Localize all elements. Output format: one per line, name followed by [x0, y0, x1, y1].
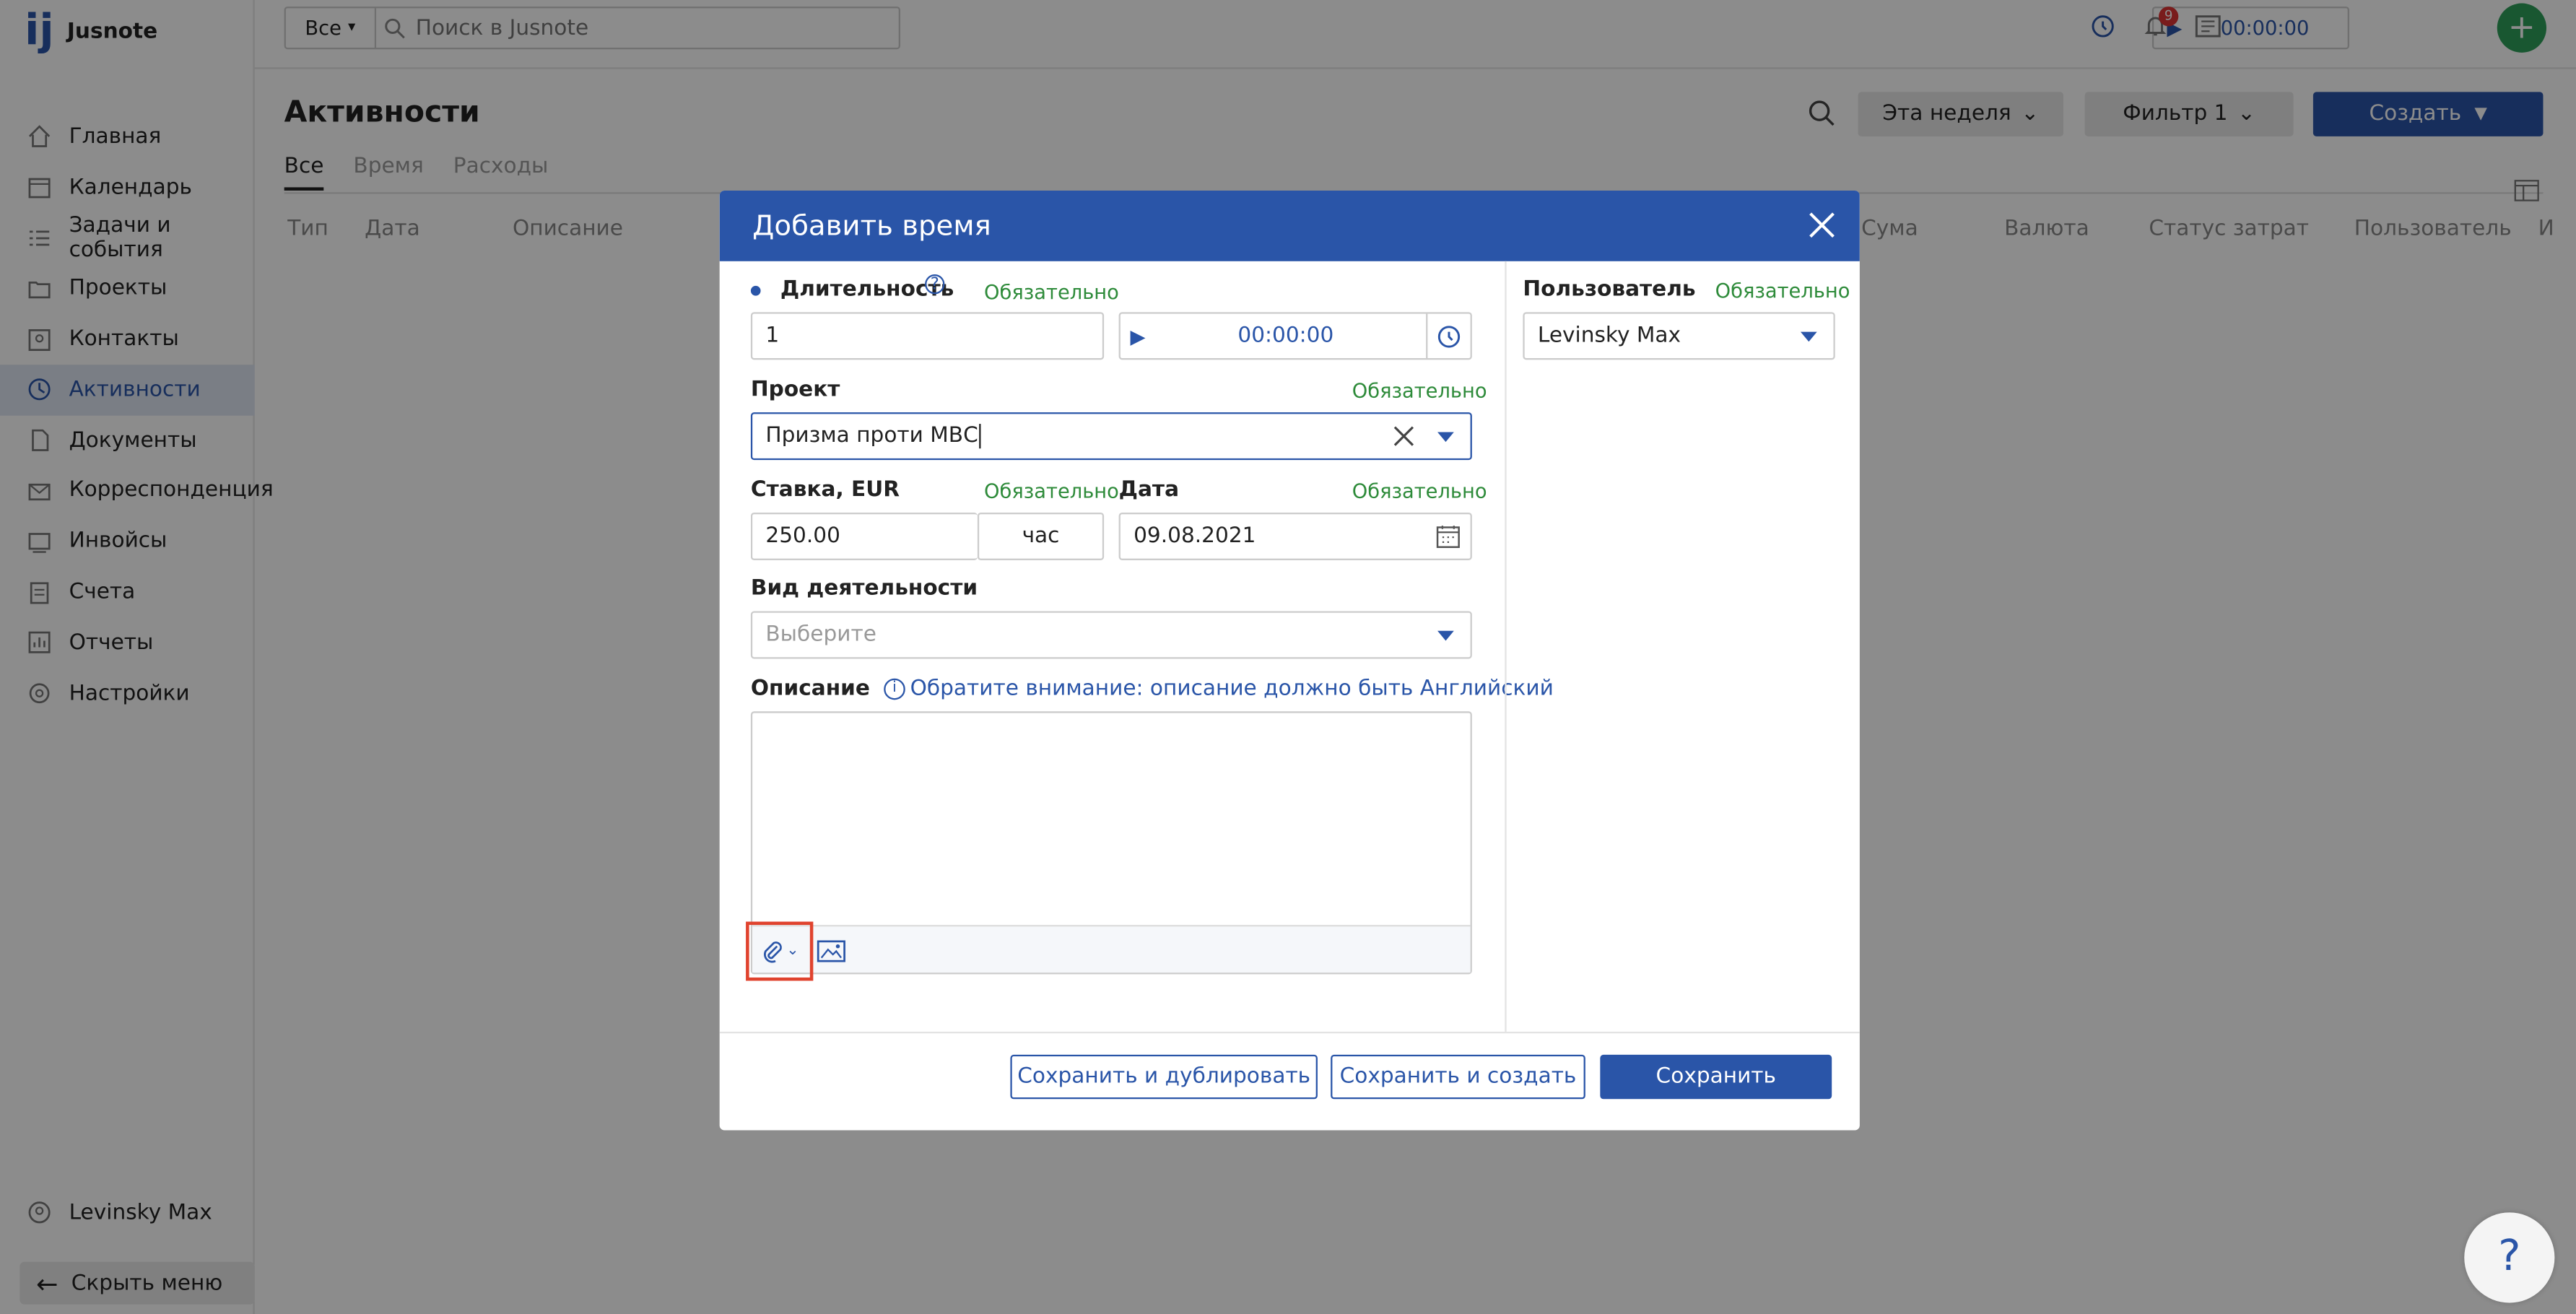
rate-required: Обязательно — [984, 479, 1119, 503]
user-label: Пользователь — [1523, 277, 1696, 303]
dropdown-caret-icon[interactable] — [1437, 432, 1454, 443]
description-note: Обратите внимание: описание должно быть … — [910, 676, 1554, 702]
rate-input[interactable]: 250.00 — [750, 512, 978, 560]
modal-column-divider — [1505, 261, 1507, 1032]
user-select[interactable]: Levinsky Max — [1523, 312, 1835, 360]
question-icon: ? — [2498, 1232, 2521, 1282]
save-button[interactable]: Сохранить — [1600, 1054, 1832, 1100]
app-root: ĳ Jusnote Главная Календарь Задачи и соб… — [0, 0, 2576, 1314]
attach-button[interactable]: ⌄ — [746, 921, 814, 981]
modal-footer-divider — [719, 1032, 1860, 1034]
modal-header: Добавить время — [719, 190, 1860, 261]
calendar-icon[interactable] — [1436, 524, 1461, 555]
modal-timer: ▶ 00:00:00 — [1118, 312, 1472, 360]
rate-value: 250.00 — [765, 523, 840, 549]
user-value: Levinsky Max — [1537, 323, 1681, 349]
dropdown-caret-icon[interactable] — [1800, 331, 1817, 342]
activity-type-label: Вид деятельности — [750, 576, 978, 601]
duration-value: 1 — [765, 323, 780, 349]
modal-timer-value: 00:00:00 — [1237, 323, 1334, 349]
play-icon[interactable]: ▶ — [1131, 324, 1146, 347]
date-input[interactable]: 09.08.2021 — [1118, 512, 1472, 560]
duration-required: Обязательно — [984, 281, 1119, 304]
help-icon[interactable]: ? — [925, 274, 945, 295]
image-icon[interactable] — [817, 938, 846, 969]
clear-icon[interactable] — [1393, 425, 1415, 453]
rate-unit-value: час — [1022, 523, 1060, 549]
duration-input[interactable]: 1 — [750, 312, 1105, 360]
description-textarea[interactable] — [752, 713, 1471, 927]
activity-type-placeholder: Выберите — [765, 622, 876, 648]
editor-toolbar — [752, 925, 1471, 973]
bullet-dot — [750, 285, 761, 296]
user-required: Обязательно — [1715, 279, 1850, 303]
project-label: Проект — [750, 378, 840, 403]
help-button[interactable]: ? — [2464, 1212, 2555, 1303]
text-cursor — [980, 424, 982, 449]
timer-history-icon[interactable] — [1426, 313, 1470, 359]
add-time-modal: Добавить время Длительность ? Обязательн… — [719, 190, 1860, 1131]
modal-title: Добавить время — [752, 209, 991, 243]
save-create-button[interactable]: Сохранить и создать — [1331, 1054, 1585, 1100]
save-duplicate-button[interactable]: Сохранить и дублировать — [1010, 1054, 1318, 1100]
project-select[interactable]: Призма проти МВС — [750, 412, 1472, 461]
rate-label: Ставка, EUR — [750, 478, 900, 503]
activity-type-select[interactable]: Выберите — [750, 611, 1472, 659]
description-label: Описание — [750, 676, 870, 702]
date-required: Обязательно — [1352, 479, 1487, 503]
close-icon[interactable] — [1807, 210, 1837, 248]
project-value: Призма проти МВС — [765, 424, 978, 449]
rate-unit-select[interactable]: час — [977, 512, 1105, 560]
info-icon: i — [884, 678, 905, 700]
project-required: Обязательно — [1352, 379, 1487, 403]
description-editor[interactable] — [750, 711, 1472, 975]
date-label: Дата — [1118, 478, 1180, 503]
dropdown-caret-icon[interactable] — [1437, 630, 1454, 641]
date-value: 09.08.2021 — [1133, 523, 1256, 549]
paperclip-icon — [763, 941, 782, 962]
chevron-down-icon: ⌄ — [786, 943, 799, 960]
